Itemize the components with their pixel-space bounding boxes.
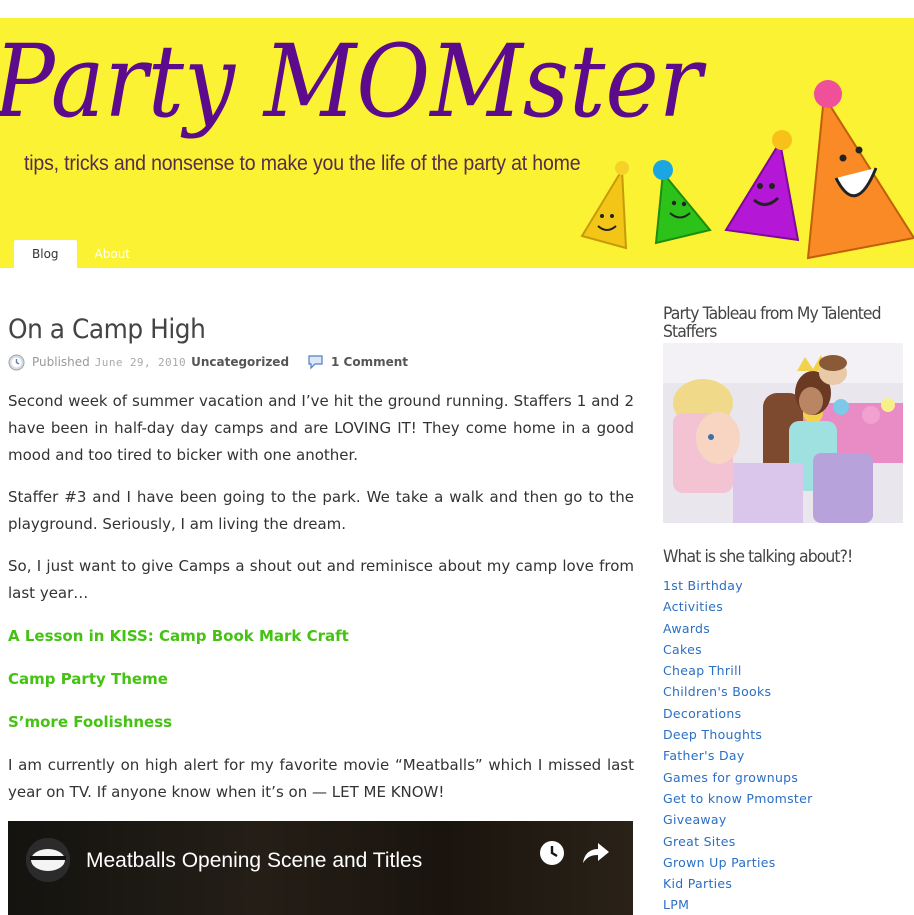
category-link[interactable]: Activities [663, 596, 813, 617]
post-title[interactable]: On a Camp High [8, 310, 584, 350]
published-label: Published [32, 355, 90, 369]
tab-about[interactable]: About [77, 240, 148, 268]
category-link[interactable]: 1st Birthday [663, 575, 813, 596]
post-paragraph: Staffer #3 and I have been going to the … [8, 488, 634, 533]
main-nav: Blog About [14, 240, 148, 268]
post-date: June 29, 2010 [94, 355, 187, 369]
category-link[interactable]: Awards [663, 618, 813, 639]
category-link[interactable]: Great Sites [663, 831, 813, 852]
category-link[interactable]: Decorations [663, 703, 813, 724]
category-link[interactable]: Father's Day [663, 745, 813, 766]
party-tableau-image[interactable] [663, 343, 903, 523]
channel-avatar[interactable] [26, 838, 70, 882]
category-link[interactable]: Cheap Thrill [663, 660, 813, 681]
category-link[interactable]: Giveaway [663, 809, 813, 830]
post-meta: Published June 29, 2010 Uncategorized 1 … [8, 352, 634, 372]
share-icon[interactable] [582, 841, 610, 865]
post-paragraph: So, I just want to give Camps a shout ou… [8, 557, 634, 602]
clock-icon [8, 354, 25, 370]
category-link[interactable]: Children's Books [663, 681, 813, 702]
video-title[interactable]: Meatballs Opening Scene and Titles [86, 849, 422, 873]
category-link[interactable]: Kid Parties [663, 873, 813, 894]
comments-link[interactable]: 1 Comment [331, 355, 408, 369]
party-hats-illustration [580, 80, 914, 260]
post-body: Second week of summer vacation and I’ve … [8, 388, 634, 806]
tableau-widget-title: Party Tableau from My Talented Staffers [663, 304, 882, 342]
post-category-link[interactable]: Uncategorized [191, 355, 289, 369]
categories-widget-title: What is she talking about?! [663, 547, 853, 567]
category-link[interactable]: LPM [663, 894, 813, 915]
sidebar: Party Tableau from My Talented Staffers … [663, 304, 908, 912]
category-link[interactable]: Get to know Pmomster [663, 788, 813, 809]
post-link-kiss-craft[interactable]: A Lesson in KISS: Camp Book Mark Craft [8, 623, 634, 650]
site-tagline: tips, tricks and nonsense to make you th… [24, 152, 581, 175]
video-embed[interactable]: Meatballs Opening Scene and Titles [8, 821, 633, 915]
site-header: Party MOMster tips, tricks and nonsense … [0, 18, 914, 268]
categories-list: 1st Birthday Activities Awards Cakes Che… [663, 575, 813, 915]
post-paragraph: Second week of summer vacation and I’ve … [8, 392, 634, 464]
post-link-smore[interactable]: S’more Foolishness [8, 709, 634, 736]
category-link[interactable]: Cakes [663, 639, 813, 660]
watch-later-icon[interactable] [538, 839, 566, 867]
tab-blog[interactable]: Blog [14, 240, 77, 268]
category-link[interactable]: Deep Thoughts [663, 724, 813, 745]
post-article: On a Camp High Published June 29, 2010 U… [8, 310, 634, 806]
category-link[interactable]: Games for grownups [663, 767, 813, 788]
category-link[interactable]: Grown Up Parties [663, 852, 813, 873]
post-link-camp-theme[interactable]: Camp Party Theme [8, 666, 634, 693]
comment-icon [308, 355, 323, 370]
post-paragraph: I am currently on high alert for my favo… [8, 756, 634, 801]
